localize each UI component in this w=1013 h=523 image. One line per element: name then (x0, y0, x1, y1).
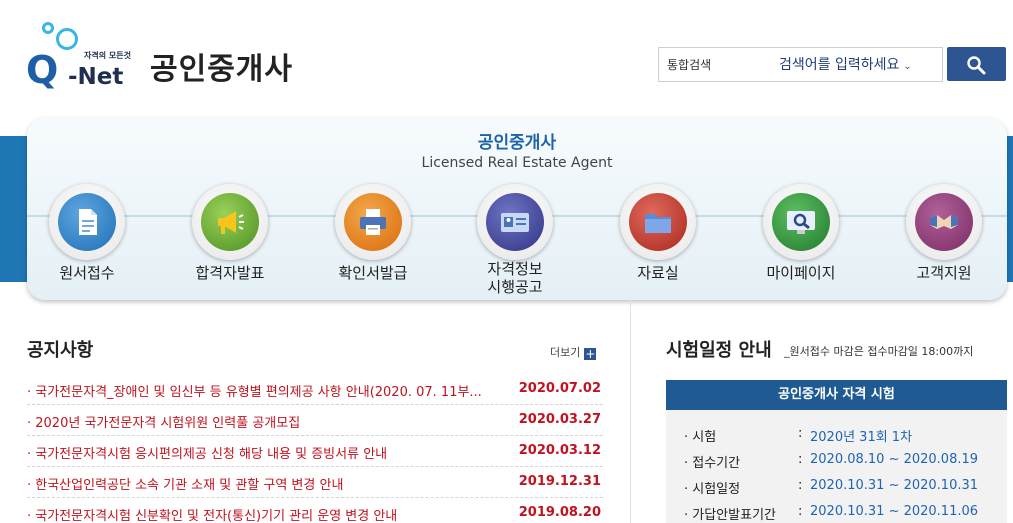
menu-certificate[interactable]: 확인서발급 (313, 184, 433, 296)
menu-label-line2: 시행공고 (487, 278, 543, 296)
chevron-down-icon: ⌄ (903, 61, 912, 72)
menu-label: 합격자발표 (195, 264, 265, 282)
plus-icon: + (584, 347, 597, 361)
notice-text[interactable]: · 국가전문자격시험 응시편의제공 신청 해당 내용 및 증빙서류 안내 (27, 443, 517, 462)
list-item[interactable]: · 국가전문자격_장애인 및 임신부 등 유형별 편의제공 사항 안내(2020… (27, 374, 603, 405)
schedule-box-title: 공인중개사 자격 시험 (666, 380, 1007, 410)
schedule-note: _원서접수 마감은 접수마감일 18:00까지 (784, 345, 974, 358)
menu-label: 원서접수 (59, 264, 115, 282)
menu-icon-ring (192, 184, 268, 260)
colon: : (798, 426, 803, 441)
page: Q 자격의 모든것 -Net 공인중개사 통합검색 검색어를 입력하세요 ⌄ 공인… (0, 0, 1013, 523)
search-icon (967, 56, 986, 75)
menu-label: 마이페이지 (766, 264, 836, 282)
search-bar: 통합검색 검색어를 입력하세요 ⌄ (658, 47, 943, 82)
menu-application[interactable]: 원서접수 (27, 184, 147, 296)
menu-library[interactable]: 자료실 (598, 184, 718, 296)
logo-bubble-large (56, 28, 78, 50)
hero-title: 공인중개사 (477, 133, 557, 153)
schedule-key: · 시험 (684, 430, 717, 445)
schedule-key: · 시험일정 (684, 482, 741, 497)
colon: : (798, 504, 803, 519)
schedule-value: 2020.08.10 ~ 2020.08.19 (810, 452, 979, 467)
schedule-value: 2020.10.31 ~ 2020.10.31 (810, 478, 979, 493)
notice-text[interactable]: · 2020년 국가전문자격 시험위원 인력풀 공개모집 (27, 412, 517, 431)
search-button[interactable] (947, 47, 1006, 81)
schedule-value: 2020.10.31 ~ 2020.11.06 (810, 504, 979, 519)
search-placeholder: 검색어를 입력하세요 (779, 57, 900, 73)
menu-icon-ring (335, 184, 411, 260)
menu-icon-ring (477, 184, 553, 260)
colon: : (798, 452, 803, 467)
document-icon (58, 193, 116, 251)
menu-icon-ring (763, 184, 839, 260)
logo-q: Q (26, 48, 59, 92)
menu-label: 자료실 (637, 264, 679, 282)
schedule-key: · 가답안발표기간 (684, 508, 776, 523)
colon: : (798, 478, 803, 493)
schedule-row: · 가답안발표기간:2020.10.31 ~ 2020.11.06 (684, 504, 1004, 523)
menu-results[interactable]: 합격자발표 (170, 184, 290, 296)
more-label: 더보기 (550, 346, 581, 359)
folder-icon (629, 193, 687, 251)
menu-label: 고객지원 (916, 264, 972, 282)
notice-list: · 국가전문자격_장애인 및 임신부 등 유형별 편의제공 사항 안내(2020… (27, 374, 603, 523)
notice-date: 2020.03.27 (518, 412, 601, 427)
menu-icon-ring (906, 184, 982, 260)
more-link[interactable]: 더보기 + (550, 344, 597, 361)
search-scope-select[interactable]: 통합검색 (659, 48, 751, 81)
hero-subtitle: Licensed Real Estate Agent (421, 155, 613, 171)
menu-icon-ring (620, 184, 696, 260)
schedule-title: 시험일정 안내 (666, 340, 772, 361)
schedule-row: · 시험일정:2020.10.31 ~ 2020.10.31 (684, 478, 1004, 500)
notice-date: 2020.07.02 (518, 381, 601, 396)
logo-bubble-small (42, 22, 54, 34)
handshake-icon (915, 193, 973, 251)
logo-tagline: 자격의 모든것 (84, 51, 131, 60)
column-divider (630, 300, 631, 523)
schedule-row: · 시험:2020년 31회 1차 (684, 426, 1004, 448)
list-item[interactable]: · 2020년 국가전문자격 시험위원 인력풀 공개모집 2020.03.27 (27, 405, 603, 436)
menu-exam-info[interactable]: 자격정보 시행공고 (455, 184, 575, 296)
hero-panel: 공인중개사 Licensed Real Estate Agent 원서접수 합격… (27, 118, 1007, 300)
id-card-icon (486, 193, 544, 251)
menu-label: 자격정보 시행공고 (455, 260, 575, 296)
monitor-search-icon (772, 193, 830, 251)
search-input[interactable]: 검색어를 입력하세요 ⌄ (751, 48, 942, 81)
list-item[interactable]: · 한국산업인력공단 소속 기관 소재 및 관할 구역 변경 안내 2019.12… (27, 467, 603, 498)
schedule-key: · 접수기간 (684, 456, 741, 471)
list-item[interactable]: · 국가전문자격시험 신분확인 및 전자(통신)기기 관리 운영 변경 안내 20… (27, 498, 603, 523)
menu-support[interactable]: 고객지원 (884, 184, 1004, 296)
list-item[interactable]: · 국가전문자격시험 응시편의제공 신청 해당 내용 및 증빙서류 안내 2020… (27, 436, 603, 467)
notice-date: 2019.12.31 (518, 474, 601, 489)
megaphone-icon (201, 193, 259, 251)
schedule-value: 2020년 31회 1차 (810, 430, 913, 445)
notice-text[interactable]: · 한국산업인력공단 소속 기관 소재 및 관할 구역 변경 안내 (27, 474, 517, 493)
site-title[interactable]: 공인중개사 (150, 44, 293, 88)
printer-icon (344, 193, 402, 251)
notice-title: 공지사항 (27, 340, 94, 361)
qnet-logo[interactable]: Q 자격의 모든것 -Net (26, 20, 146, 92)
menu-label-line1: 자격정보 (487, 260, 543, 278)
schedule-row: · 접수기간:2020.08.10 ~ 2020.08.19 (684, 452, 1004, 474)
menu-icon-ring (49, 184, 125, 260)
menu-mypage[interactable]: 마이페이지 (741, 184, 861, 296)
menu-label: 확인서발급 (338, 264, 408, 282)
logo-net: -Net (68, 64, 124, 90)
notice-text[interactable]: · 국가전문자격시험 신분확인 및 전자(통신)기기 관리 운영 변경 안내 (27, 505, 517, 523)
notice-date: 2020.03.12 (518, 443, 601, 458)
notice-date: 2019.08.20 (518, 505, 601, 520)
notice-text[interactable]: · 국가전문자격_장애인 및 임신부 등 유형별 편의제공 사항 안내(2020… (27, 381, 517, 400)
schedule-box: 공인중개사 자격 시험 · 시험:2020년 31회 1차 · 접수기간:202… (666, 380, 1007, 523)
